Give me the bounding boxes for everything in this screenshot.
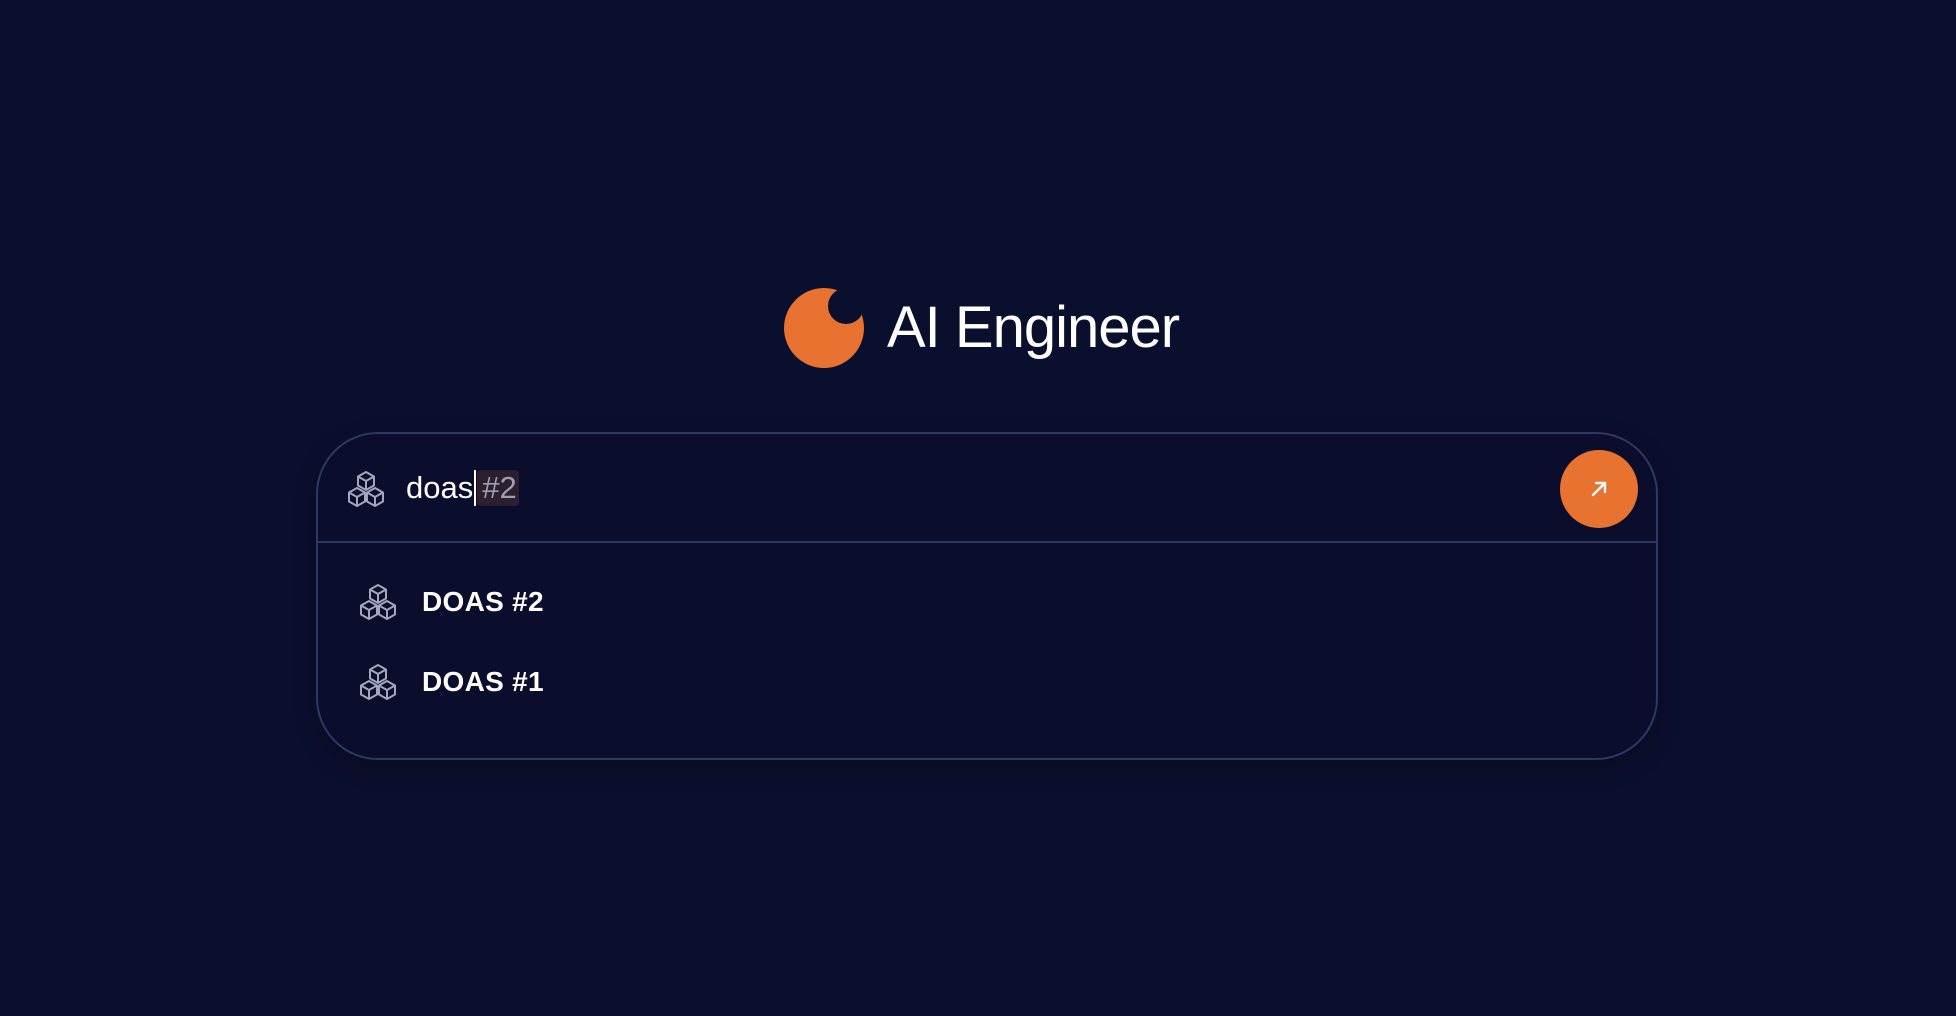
search-input-value: doas — [406, 470, 474, 505]
brand-header: AI Engineer — [783, 288, 1180, 368]
search-bar: doas #2 — [318, 434, 1656, 543]
cubes-icon — [360, 664, 396, 700]
page: AI Engineer doas #2 DOAS #2 DOAS #1 — [0, 0, 1956, 1016]
brand-logo-icon — [784, 288, 864, 368]
result-item-doas-1[interactable]: DOAS #1 — [358, 658, 544, 706]
brand-title: AI Engineer — [887, 295, 1180, 360]
result-item-label: DOAS #1 — [422, 666, 544, 697]
text-caret — [474, 470, 477, 506]
search-card: doas #2 DOAS #2 DOAS #1 — [316, 432, 1658, 760]
arrow-up-right-icon — [1591, 481, 1607, 497]
result-item-doas-2[interactable]: DOAS #2 — [358, 578, 544, 626]
submit-button[interactable] — [1560, 450, 1638, 528]
search-input[interactable]: doas #2 — [406, 464, 519, 512]
autocomplete-suggestion: #2 — [477, 470, 519, 506]
cubes-icon — [360, 584, 396, 620]
cubes-icon — [348, 471, 384, 507]
result-item-label: DOAS #2 — [422, 586, 544, 617]
